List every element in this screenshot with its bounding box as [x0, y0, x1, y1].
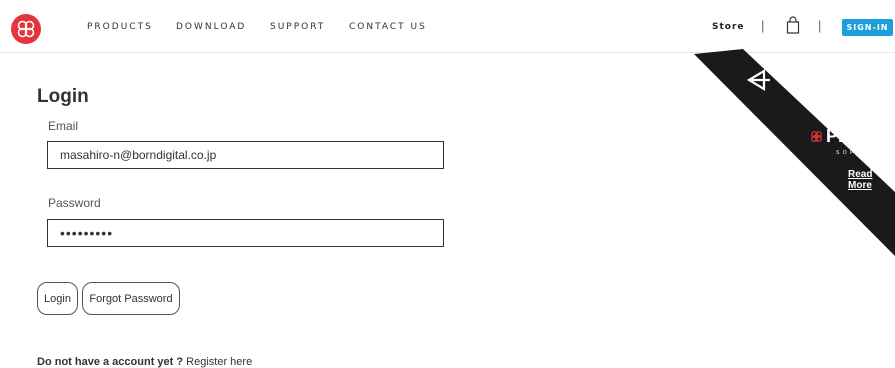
read-more-link[interactable]: Read More	[848, 169, 895, 191]
email-field[interactable]	[47, 141, 444, 169]
page-title: Login	[37, 86, 89, 107]
unity-logo-icon	[746, 69, 770, 91]
separator: |	[761, 18, 765, 33]
separator: |	[818, 18, 822, 33]
sign-in-button[interactable]: SIGN-IN	[842, 19, 893, 36]
software-label: S O F T W A R E	[836, 150, 889, 156]
nav-download[interactable]: DOWNLOAD	[176, 22, 246, 32]
unity-label: unity	[777, 66, 825, 88]
password-label: Password	[48, 196, 101, 210]
pixyz-label: PiXYZ	[826, 126, 879, 146]
no-account-text: Do not have a account yet ?	[37, 356, 184, 368]
password-field[interactable]	[47, 219, 444, 247]
register-link[interactable]: Register here	[186, 356, 252, 368]
forgot-password-button[interactable]: Forgot Password	[82, 282, 180, 315]
email-label: Email	[48, 119, 79, 133]
brand-logo-icon[interactable]	[11, 14, 41, 44]
nav-contact-us[interactable]: CONTACT US	[349, 22, 427, 32]
nav-products[interactable]: PRODUCTS	[87, 22, 153, 32]
ampersand-label: &	[808, 98, 820, 115]
login-button[interactable]: Login	[37, 282, 78, 315]
store-link[interactable]: Store	[712, 22, 745, 32]
register-prompt: Do not have a account yet ? Register her…	[37, 356, 252, 368]
pixyz-logo-icon	[809, 129, 824, 144]
nav-support[interactable]: SUPPORT	[270, 22, 325, 32]
top-navigation-bar: PRODUCTS DOWNLOAD SUPPORT CONTACT US Sto…	[0, 0, 895, 53]
shopping-bag-icon[interactable]	[786, 16, 800, 34]
